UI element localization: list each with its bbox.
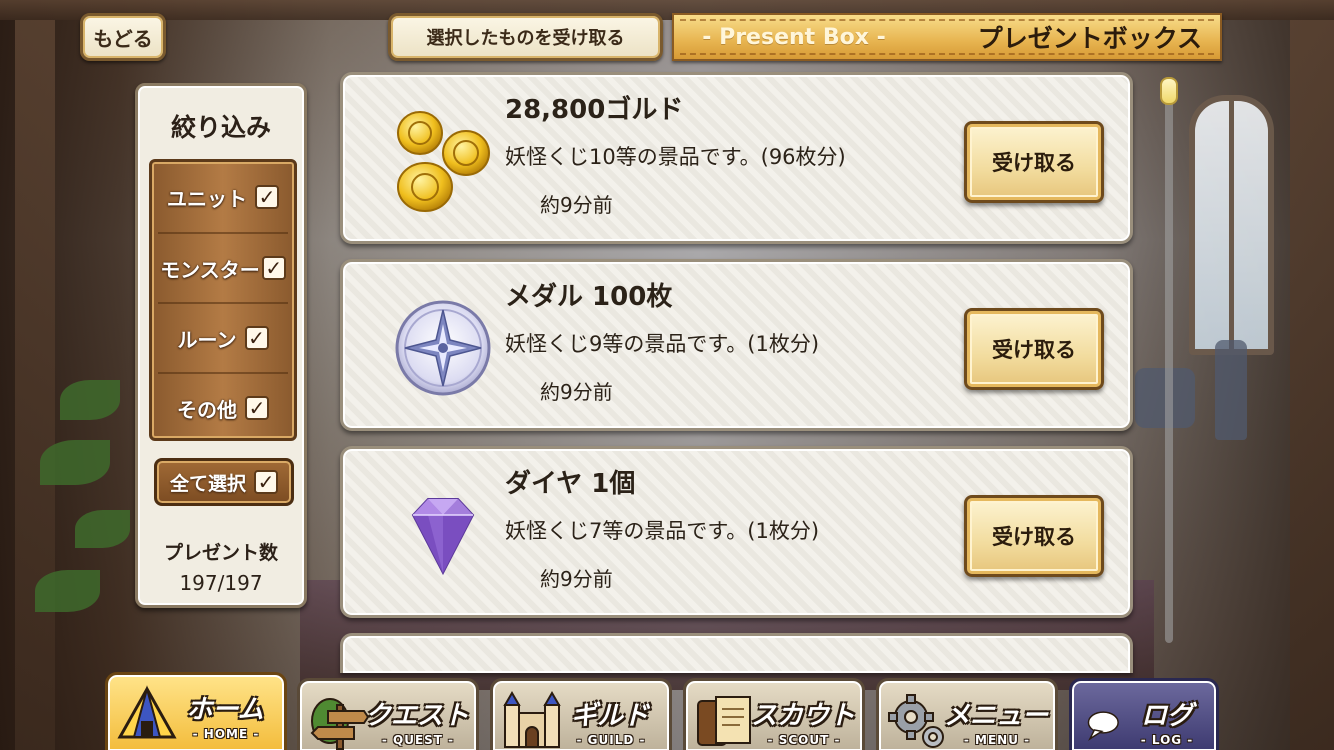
nav-sublabel: - MENU - xyxy=(963,733,1031,747)
present-time: 約9分前 xyxy=(540,193,613,217)
present-item: ダイヤ 1個 妖怪くじ7等の景品です。(1枚分) 約9分前 受け取る xyxy=(340,446,1133,618)
filter-title: 絞り込み xyxy=(170,113,271,142)
receive-button[interactable]: 受け取る xyxy=(964,308,1104,390)
page-title: プレゼントボックス xyxy=(977,24,1202,53)
filter-other[interactable]: その他 ✓ xyxy=(158,372,288,442)
wood-pillar xyxy=(15,20,55,750)
filter-panel: 絞り込み ユニット ✓ モンスター ✓ ルーン ✓ その他 ✓ 全て選択 ✓ プ… xyxy=(135,83,307,608)
plant-leaf xyxy=(75,510,130,548)
present-name: ダイヤ 1個 xyxy=(505,469,636,499)
nav-sublabel: - QUEST - xyxy=(381,733,455,747)
filter-options: ユニット ✓ モンスター ✓ ルーン ✓ その他 ✓ xyxy=(149,159,297,441)
back-button[interactable]: もどる xyxy=(80,13,166,61)
nav-label: メニュー xyxy=(943,701,1048,731)
present-description: 妖怪くじ7等の景品です。(1枚分) xyxy=(505,519,820,543)
present-time: 約9分前 xyxy=(540,567,613,591)
nav-label: ホーム xyxy=(186,695,264,725)
present-item-partial xyxy=(340,633,1133,673)
checkbox-icon[interactable]: ✓ xyxy=(254,470,278,494)
present-count-value: 197/197 xyxy=(179,571,263,595)
window xyxy=(1189,95,1274,355)
present-name: 28,800ゴルド xyxy=(505,95,684,125)
nav-sublabel: - GUILD - xyxy=(576,733,646,747)
nav-menu[interactable]: メニュー - MENU - xyxy=(876,678,1058,750)
nav-label: クエスト xyxy=(364,701,469,731)
filter-label: ルーン xyxy=(177,327,237,352)
select-all-button[interactable]: 全て選択 ✓ xyxy=(154,458,294,506)
present-count-label: プレゼント数 xyxy=(163,542,278,564)
receive-selected-button[interactable]: 選択したものを受け取る xyxy=(388,13,663,61)
title-banner: - Present Box - プレゼントボックス xyxy=(672,13,1222,61)
gold-coins-icon xyxy=(397,111,490,212)
filter-label: モンスター xyxy=(160,257,260,282)
filter-monster[interactable]: モンスター ✓ xyxy=(158,232,288,302)
nav-home[interactable]: ホーム - HOME - xyxy=(105,672,287,750)
present-description: 妖怪くじ10等の景品です。(96枚分) xyxy=(505,145,846,169)
nav-sublabel: - SCOUT - xyxy=(767,733,841,747)
nav-sublabel: - LOG - xyxy=(1140,733,1194,747)
castle-icon xyxy=(503,691,561,748)
present-item: メダル 100枚 妖怪くじ9等の景品です。(1枚分) 約9分前 受け取る xyxy=(340,259,1133,431)
wood-pillar xyxy=(1290,20,1334,750)
tent-icon xyxy=(117,685,177,739)
nav-sublabel: - HOME - xyxy=(192,727,260,741)
gear-icon xyxy=(888,694,944,748)
diamond-icon xyxy=(411,498,475,576)
bottle xyxy=(1215,340,1247,440)
scrollbar-thumb[interactable] xyxy=(1160,77,1178,105)
receive-button[interactable]: 受け取る xyxy=(964,121,1104,203)
signpost-icon xyxy=(310,698,370,750)
bottom-nav: ホーム - HOME - クエスト - QUEST - ギルド - GUILD … xyxy=(105,672,1230,750)
present-description: 妖怪くじ9等の景品です。(1枚分) xyxy=(505,332,820,356)
nav-guild[interactable]: ギルド - GUILD - xyxy=(490,678,672,750)
scroll-icon xyxy=(697,696,751,746)
checkbox-icon[interactable]: ✓ xyxy=(244,326,269,350)
title-subtitle: - Present Box - xyxy=(702,24,886,50)
scrollbar-track[interactable] xyxy=(1165,88,1173,643)
receive-button[interactable]: 受け取る xyxy=(964,495,1104,577)
plant-leaf xyxy=(35,570,100,612)
nav-label: ギルド xyxy=(570,701,649,731)
filter-label: その他 xyxy=(177,397,237,422)
nav-scout[interactable]: スカウト - SCOUT - xyxy=(683,678,865,750)
nav-label: スカウト xyxy=(750,701,855,731)
present-name: メダル 100枚 xyxy=(505,282,673,312)
nav-log[interactable]: ログ - LOG - xyxy=(1069,678,1219,750)
medal-icon xyxy=(395,300,491,396)
checkbox-icon[interactable]: ✓ xyxy=(255,185,279,209)
nav-quest[interactable]: クエスト - QUEST - xyxy=(297,678,479,750)
plant-leaf xyxy=(40,440,110,485)
present-item: 28,800ゴルド 妖怪くじ10等の景品です。(96枚分) 約9分前 受け取る xyxy=(340,72,1133,244)
plant-leaf xyxy=(60,380,120,420)
filter-rune[interactable]: ルーン ✓ xyxy=(158,302,288,372)
filter-label: ユニット xyxy=(167,186,247,211)
present-time: 約9分前 xyxy=(540,380,613,404)
filter-unit[interactable]: ユニット ✓ xyxy=(158,162,288,232)
checkbox-icon[interactable]: ✓ xyxy=(261,256,286,280)
checkbox-icon[interactable]: ✓ xyxy=(245,396,269,420)
nav-label: ログ xyxy=(1140,701,1193,731)
select-all-label: 全て選択 xyxy=(169,472,246,495)
